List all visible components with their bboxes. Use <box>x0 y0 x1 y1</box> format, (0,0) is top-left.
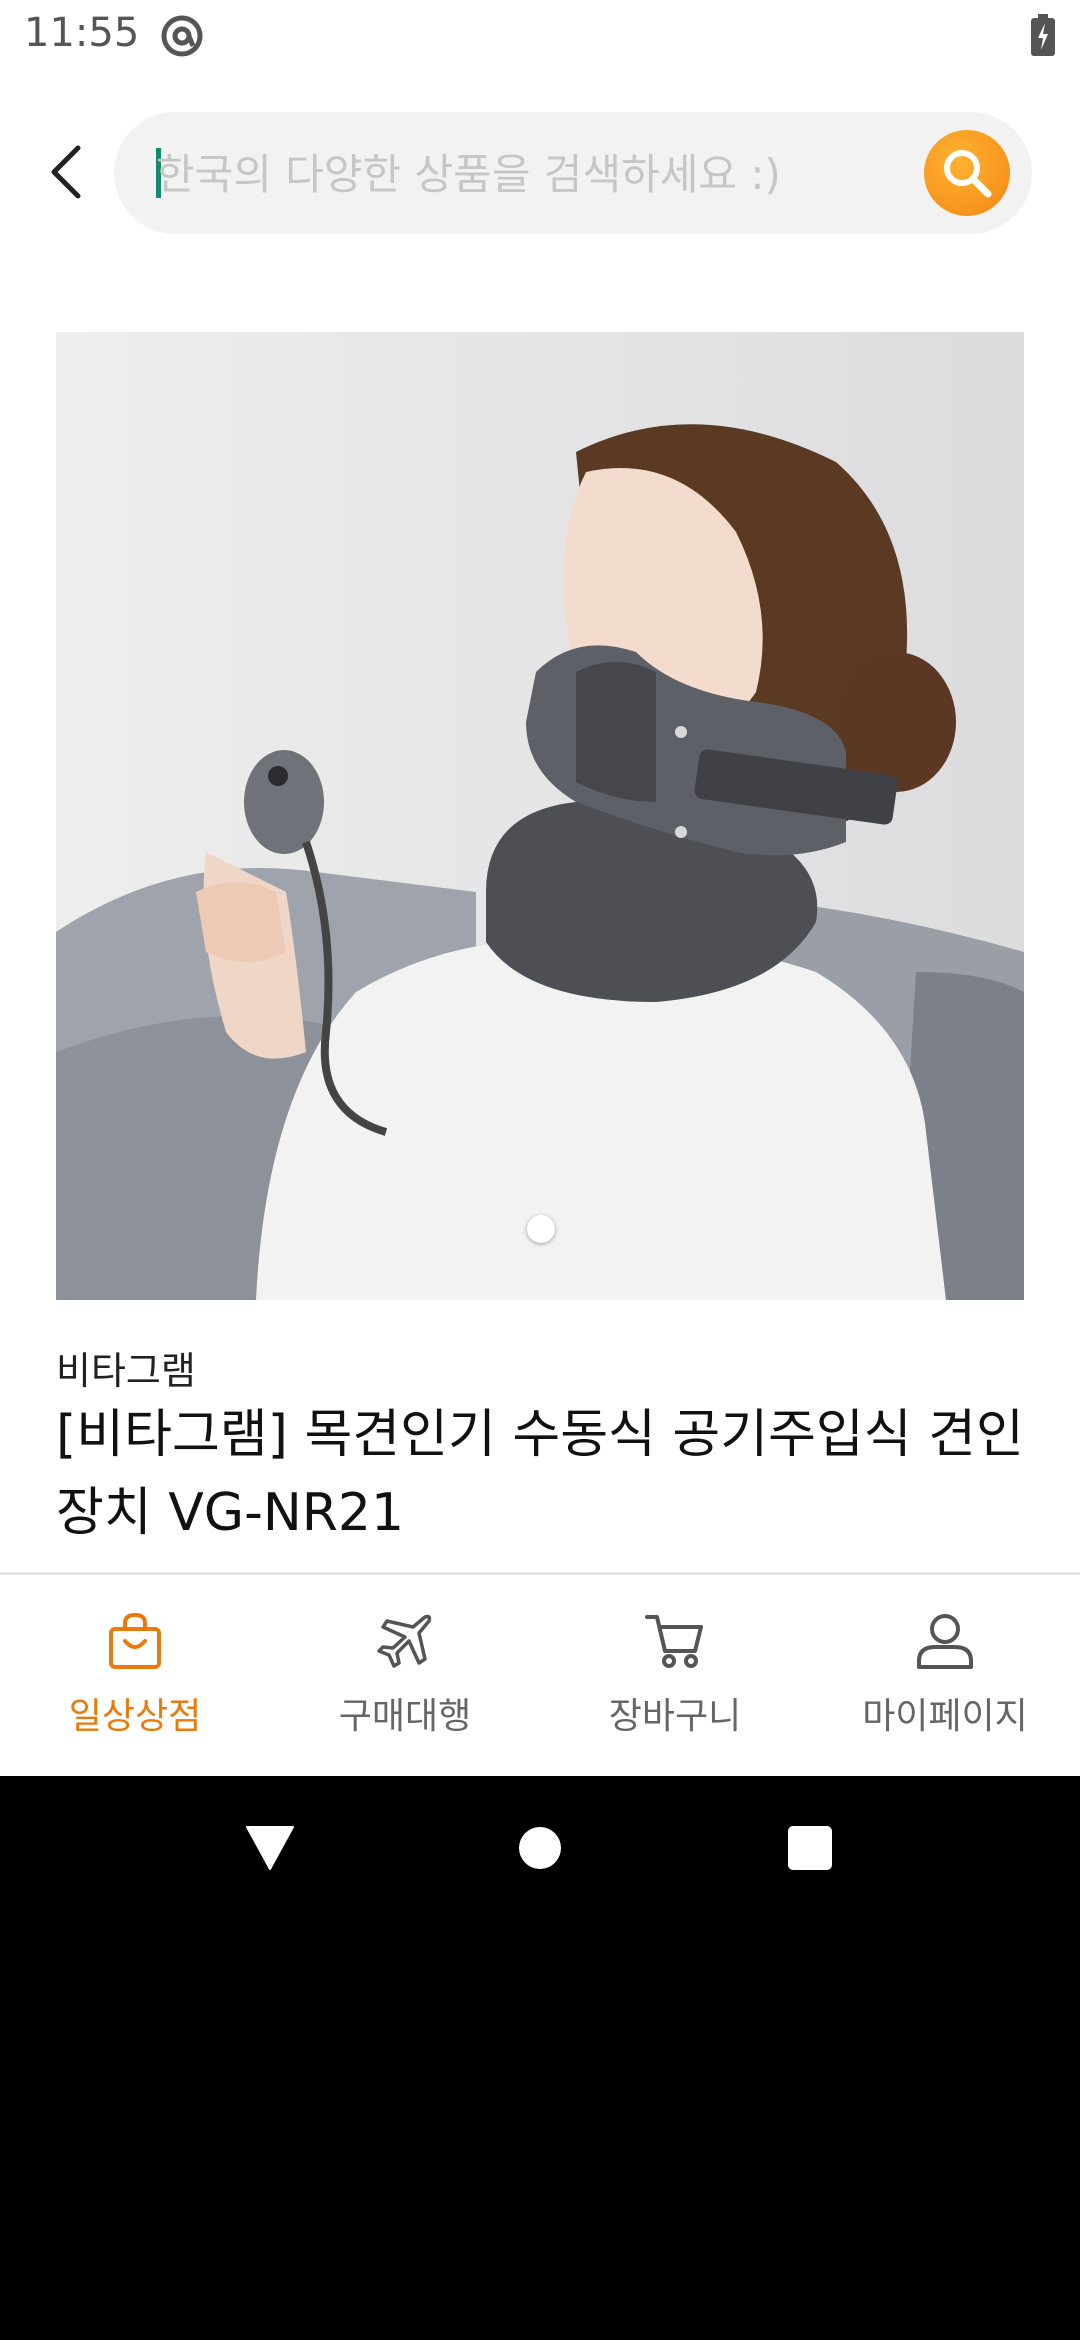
triangle-back-icon <box>246 1826 294 1870</box>
battery-charging-icon <box>1031 14 1055 56</box>
system-home-button[interactable] <box>502 1810 578 1886</box>
search-icon <box>944 150 992 198</box>
nav-label: 일상상점 <box>68 1696 202 1737</box>
nav-label: 장바구니 <box>608 1696 742 1737</box>
nav-item-my-page[interactable]: 마이페이지 <box>810 1575 1080 1779</box>
product-photo <box>56 332 1024 1300</box>
chevron-left-icon <box>51 145 81 199</box>
nav-item-cart[interactable]: 장바구니 <box>540 1575 810 1779</box>
search-button[interactable] <box>924 130 1010 216</box>
search-input[interactable] <box>154 112 918 236</box>
system-recents-button[interactable] <box>772 1810 848 1886</box>
circle-home-icon <box>519 1827 561 1869</box>
square-recents-icon <box>788 1826 832 1870</box>
product-title: [비타그램] 목견인기 수동식 공기주입식 견인장치 VG-NR21 <box>56 1405 1024 1543</box>
brand-name[interactable]: 비타그램 <box>56 1340 196 1395</box>
bottom-navigation: 일상상점 구매대행 장바구니 마이페이지 <box>0 1572 1080 1776</box>
nav-item-purchase-agent[interactable]: 구매대행 <box>270 1575 540 1779</box>
at-sign-icon <box>161 15 203 57</box>
person-icon <box>917 1614 973 1669</box>
nav-label: 구매대행 <box>338 1696 472 1737</box>
shopping-bag-icon <box>109 1612 161 1669</box>
search-bar[interactable] <box>114 112 1032 236</box>
app-screen: 11:55 한국의 다양한 상품을 검색하세요:) 비타그램 [비타그램] 목… <box>0 0 1080 1776</box>
system-navigation-bar <box>0 1776 1080 1920</box>
system-back-button[interactable] <box>232 1810 308 1886</box>
back-button[interactable] <box>36 136 96 208</box>
airplane-icon <box>377 1614 432 1668</box>
nav-item-daily-shop[interactable]: 일상상점 <box>0 1575 270 1779</box>
carousel-indicator-dot[interactable] <box>527 1215 555 1243</box>
nav-label: 마이페이지 <box>862 1696 1028 1737</box>
cart-icon <box>645 1615 703 1668</box>
product-image[interactable] <box>56 332 1024 1300</box>
status-time: 11:55 <box>24 10 140 56</box>
status-bar: 11:55 <box>0 0 1080 72</box>
